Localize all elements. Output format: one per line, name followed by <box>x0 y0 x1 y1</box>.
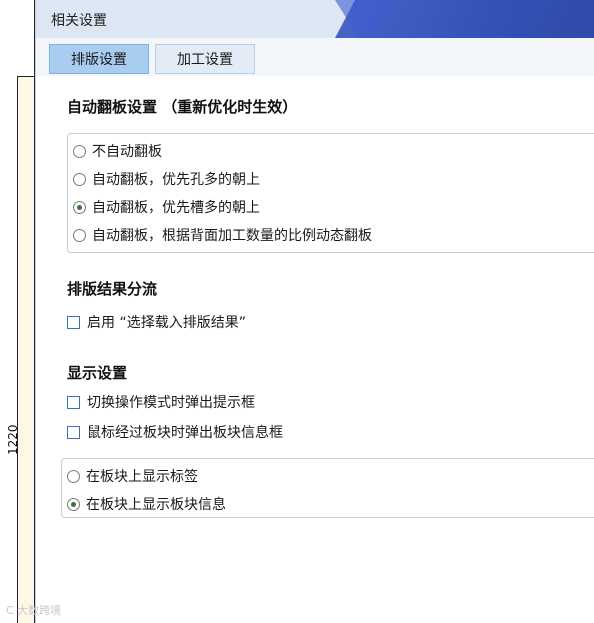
checkbox-label: 切换操作模式时弹出提示框 <box>87 395 255 411</box>
radio-button[interactable] <box>67 469 80 483</box>
checkbox[interactable] <box>67 315 80 329</box>
radio-button-selected[interactable] <box>73 200 86 214</box>
settings-dialog: 相关设置 排版设置 加工设置 自动翻板设置 （重新优化时生效） 不自动翻板 自动… <box>35 0 594 623</box>
display-section-title: 显示设置 <box>67 364 128 382</box>
ruler-dimension-line <box>17 76 18 623</box>
ruler-tick <box>17 76 35 77</box>
checkbox[interactable] <box>67 425 80 439</box>
option-label: 在板块上显示板块信息 <box>86 497 226 513</box>
ruler-dimension-label: 1220 <box>6 424 20 455</box>
tab-processing-settings[interactable]: 加工设置 <box>155 44 255 74</box>
flip-option-none[interactable]: 不自动翻板 <box>73 141 162 161</box>
radio-button-selected[interactable] <box>67 497 80 511</box>
option-label: 自动翻板，优先孔多的朝上 <box>92 172 260 188</box>
radio-button[interactable] <box>73 172 86 186</box>
watermark: C 大数跨境 <box>6 604 62 617</box>
dialog-title: 相关设置 <box>51 13 107 29</box>
checkbox-label: 启用 “选择载入排版结果” <box>87 315 246 331</box>
option-label: 在板块上显示标签 <box>86 469 198 485</box>
flip-options-group: 不自动翻板 自动翻板，优先孔多的朝上 自动翻板，优先槽多的朝上 自动翻板，根据背… <box>67 133 594 253</box>
ruler-band <box>18 77 34 623</box>
flip-option-dynamic[interactable]: 自动翻板，根据背面加工数量的比例动态翻板 <box>73 225 372 245</box>
radio-button[interactable] <box>73 228 86 242</box>
flip-option-holes[interactable]: 自动翻板，优先孔多的朝上 <box>73 169 260 189</box>
display-check-hover-info[interactable]: 鼠标经过板块时弹出板块信息框 <box>67 422 283 442</box>
display-option-info[interactable]: 在板块上显示板块信息 <box>67 494 226 514</box>
display-check-mode-prompt[interactable]: 切换操作模式时弹出提示框 <box>67 392 255 412</box>
tab-content: 自动翻板设置 （重新优化时生效） 不自动翻板 自动翻板，优先孔多的朝上 自动翻板… <box>36 76 594 623</box>
display-option-label[interactable]: 在板块上显示标签 <box>67 466 198 486</box>
option-label: 自动翻板，根据背面加工数量的比例动态翻板 <box>92 228 372 244</box>
flip-section-title: 自动翻板设置 （重新优化时生效） <box>67 98 298 116</box>
checkbox[interactable] <box>67 395 80 409</box>
diversion-section-title: 排版结果分流 <box>67 280 158 298</box>
title-bar[interactable]: 相关设置 <box>36 0 594 38</box>
checkbox-label: 鼠标经过板块时弹出板块信息框 <box>87 425 283 441</box>
option-label: 自动翻板，优先槽多的朝上 <box>92 200 260 216</box>
flip-option-grooves[interactable]: 自动翻板，优先槽多的朝上 <box>73 197 260 217</box>
diversion-enable-checkbox[interactable]: 启用 “选择载入排版结果” <box>67 312 246 332</box>
display-options-group: 在板块上显示标签 在板块上显示板块信息 <box>61 458 594 518</box>
tab-layout-settings[interactable]: 排版设置 <box>49 44 149 74</box>
radio-button[interactable] <box>73 144 86 158</box>
option-label: 不自动翻板 <box>92 144 162 160</box>
